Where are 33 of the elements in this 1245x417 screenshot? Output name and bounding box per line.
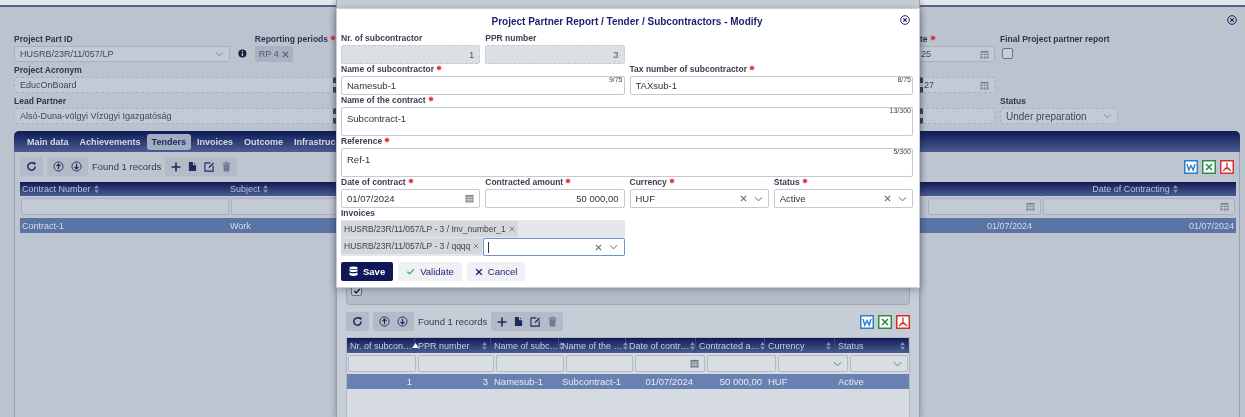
field-label: Name of the contract [341, 95, 426, 106]
field-label: Status [1000, 96, 1027, 107]
table-cell: 1 [406, 376, 412, 387]
field-label: Project Acronym [14, 65, 83, 76]
field-label: Nr. of subcontractor [341, 33, 424, 44]
table-cell: 3 [482, 376, 488, 387]
field-label: Contracted amount [485, 177, 564, 188]
table-cell: HUF [768, 376, 788, 387]
field-label: Name of subcontractor [341, 64, 435, 75]
field-label: Currency [629, 177, 667, 188]
field-label: Status [773, 177, 800, 188]
field-label: Final Project partner report [1000, 34, 1110, 45]
field-label: Reporting periods [254, 34, 328, 45]
table-cell: Active [838, 376, 864, 387]
table-cell: Namesub-1 [494, 376, 544, 387]
field-label: Tax number of subcontractor [629, 64, 747, 75]
field-label: te [920, 34, 928, 45]
field-label: Reference [341, 136, 383, 147]
table-cell: 01/07/2024 [986, 220, 1032, 231]
field-label: Date of contract [341, 177, 406, 188]
dialog-title: Project Partner Report / Tender / Subcontractors - Modify [491, 15, 763, 27]
record-count: Found 1 records [92, 161, 162, 172]
field-label: Invoices [341, 208, 377, 219]
table-cell: Subcontract-1 [562, 376, 622, 387]
table-cell: Contract-1 [22, 220, 65, 231]
table-cell: Work [230, 220, 251, 231]
record-count: Found 1 records [418, 316, 488, 327]
table-cell: 01/07/2024 [645, 376, 693, 387]
field-label: Project Part ID [14, 34, 74, 45]
field-label: Lead Partner [14, 96, 67, 107]
field-label: PPR number [485, 33, 538, 44]
table-cell: 50 000,00 [719, 376, 762, 387]
table-cell: 01/07/2024 [1188, 220, 1234, 231]
